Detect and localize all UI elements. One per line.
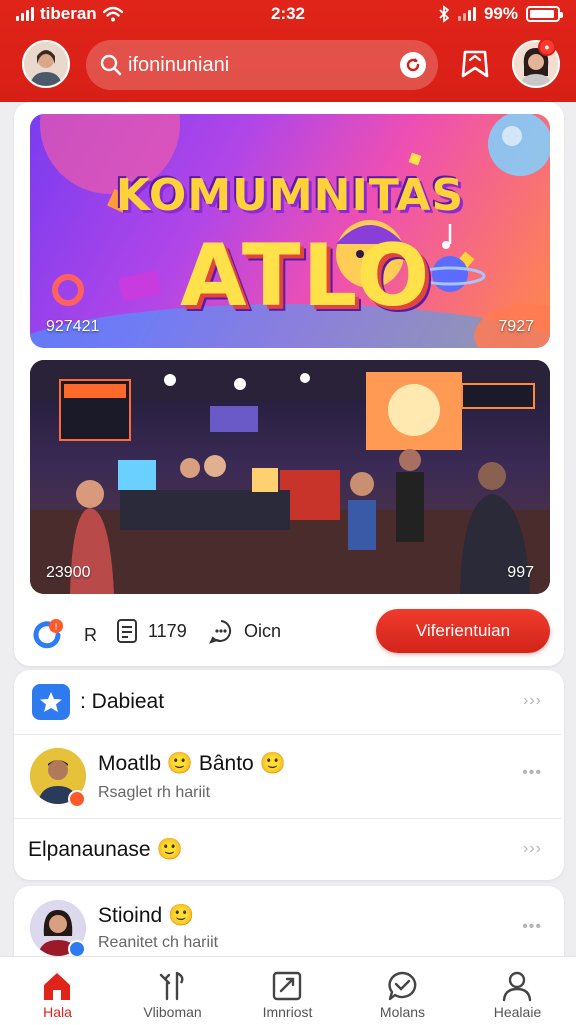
person-icon [24,42,68,86]
photo-count-right: 997 [507,564,534,581]
status-bar: tiberan 2:32 99% [0,0,576,30]
members-stat[interactable]: ! R [30,618,97,652]
status-badge [68,790,86,808]
list-item[interactable]: Elpanaunase 🙂 ››› [14,818,562,880]
messages-icon [388,971,417,1001]
battery-icon [526,6,563,22]
banner-count-left: 927421 [46,318,100,335]
more-icon[interactable]: ››› [523,692,542,710]
list-header-item[interactable]: : Dabieat ››› [14,670,562,735]
comment-icon [209,620,232,644]
more-icon[interactable]: ››› [523,840,542,858]
contact-name: Elpanaunase 🙂 [28,838,183,861]
tab-label: Vliboman [143,1004,202,1020]
community-actions: ! R 1179 Oicn Viferientuian [30,608,550,656]
create-icon [272,971,302,1001]
star-icon [32,684,70,720]
community-photo[interactable]: 23900 997 [30,360,550,594]
comments-value: Oicn [244,620,282,641]
views-value: 1179 [148,620,187,641]
signal-strength-icon [457,7,476,21]
svg-text:!: ! [54,623,58,633]
home-icon [44,973,70,1000]
gaming-room-photo [30,360,550,594]
app-header: tiberan 2:32 99% ifoninuniani ● [0,0,576,102]
more-icon[interactable]: ••• [522,764,542,782]
more-icon[interactable]: ••• [522,918,542,936]
photo-count-left: 23900 [46,564,91,581]
list-item[interactable]: Moatlb 🙂 Bânto 🙂 Rsaglet rh hariit ••• [14,734,562,819]
bookmark-icon[interactable] [460,48,490,80]
contact-subtitle: Reanitet ch hariit [98,934,219,951]
contact-name: Stioind 🙂 [98,904,195,927]
bluetooth-icon [439,5,450,23]
battery-percent: 99% [483,4,518,23]
tab-messages[interactable]: Molans [345,957,460,1025]
banner-count-right: 7927 [498,318,534,335]
document-icon [117,619,137,643]
notification-badge: ● [538,38,556,56]
search-icon [100,54,122,76]
tab-label: Hala [43,1004,72,1020]
explore-icon [159,971,184,1001]
user-avatar[interactable] [22,40,70,88]
comments-stat[interactable]: Oicn [208,618,281,644]
tab-explore[interactable]: Vliboman [115,957,230,1025]
views-stat[interactable]: 1179 [116,618,187,644]
search-input[interactable]: ifoninuniani [128,54,229,77]
members-value: R [84,624,97,645]
profile-icon [502,971,532,1002]
tab-create[interactable]: Imnriost [230,957,345,1025]
contact-subtitle: Rsaglet rh hariit [98,784,211,801]
tab-label: Healaie [493,1004,542,1020]
list-header-label: : Dabieat [80,690,165,713]
contact-name: Moatlb 🙂 Bânto 🙂 [98,752,286,775]
join-community-button[interactable]: Viferientuian [376,609,550,653]
bottom-tab-bar: Hala Vliboman Imnriost Molans Healaie [0,956,576,1025]
community-banner[interactable]: KOMUMNITAS ATLO 927421 7927 [30,114,550,348]
tab-label: Imnriost [262,1004,313,1020]
banner-title: KOMUMNITAS [115,170,465,221]
list-item[interactable]: Stioind 🙂 Reanitet ch hariit ••• [14,886,562,964]
search-bar[interactable]: ifoninuniani [86,40,438,90]
banner-subtitle: ATLO [180,226,432,326]
tab-home[interactable]: Hala [0,957,115,1025]
scan-icon[interactable] [400,52,426,78]
members-icon: ! [33,619,63,649]
tab-profile[interactable]: Healaie [460,957,575,1025]
conversation-list-card: : Dabieat ››› Moatlb 🙂 Bânto 🙂 Rsaglet r… [14,670,564,880]
tab-label: Molans [379,1004,426,1020]
